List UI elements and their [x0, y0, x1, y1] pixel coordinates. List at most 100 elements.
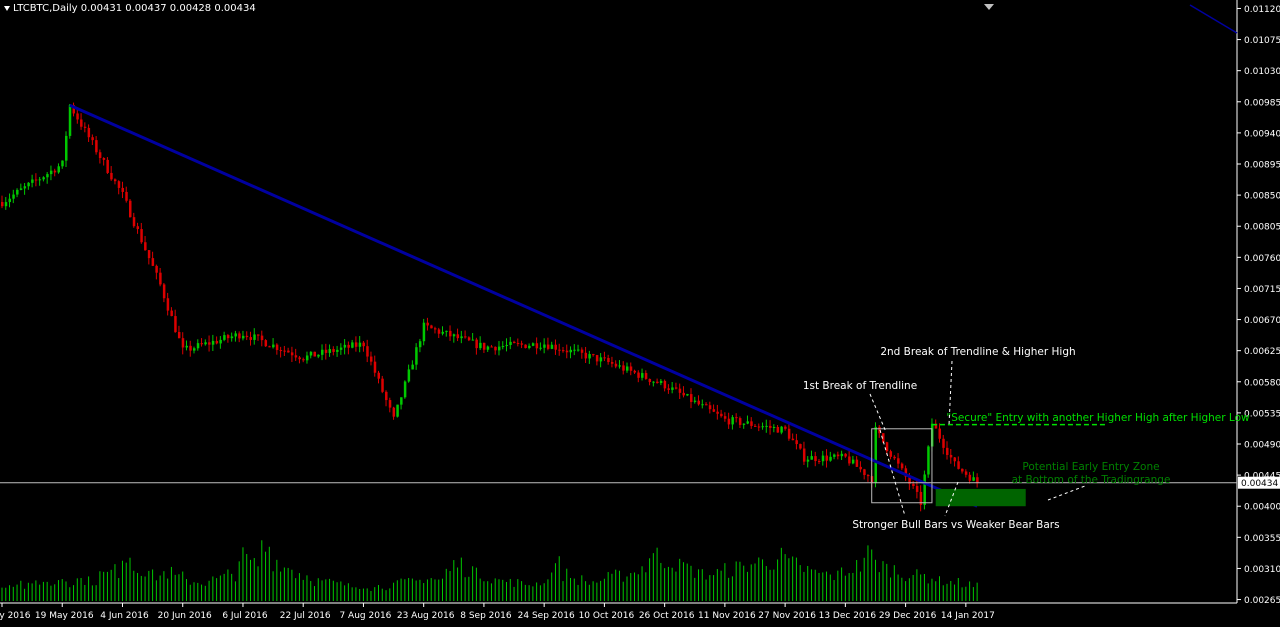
bull-candle — [305, 355, 309, 361]
bear-candle — [900, 463, 904, 469]
bull-candle — [61, 160, 64, 167]
bull-candle — [460, 336, 463, 339]
bear-candle — [889, 451, 893, 457]
bear-candle — [633, 370, 637, 373]
bull-candle — [27, 182, 30, 187]
bear-candle — [524, 344, 527, 348]
bear-candle — [98, 152, 102, 159]
bear-candle — [795, 440, 798, 445]
bull-candle — [452, 334, 456, 337]
bear-candle — [712, 409, 716, 412]
bear-candle — [437, 329, 441, 334]
bull-candle — [4, 202, 8, 207]
price-chart[interactable]: 0.01120 0.01075 0.01030 0.00985 0.00940 0.008… — [0, 0, 1280, 627]
bear-candle — [369, 356, 373, 362]
bear-candle — [946, 447, 949, 455]
bear-candle — [799, 444, 802, 449]
bull-candle — [321, 349, 324, 355]
bear-candle — [595, 355, 599, 362]
bull-candle — [8, 198, 12, 203]
bull-candle — [230, 336, 234, 339]
bear-candle — [482, 342, 486, 350]
bear-candle — [373, 361, 377, 373]
bear-candle — [592, 354, 595, 356]
bull-candle — [407, 369, 411, 382]
bear-candle — [464, 336, 467, 338]
bear-candle — [433, 328, 437, 330]
bear-candle — [603, 357, 606, 359]
bull-candle — [539, 347, 542, 349]
bear-candle — [769, 425, 772, 428]
current-price-label: 0.00434 — [1241, 479, 1278, 489]
bear-candle — [245, 335, 249, 338]
bear-candle — [705, 404, 708, 406]
bear-candle — [776, 426, 780, 433]
bull-candle — [927, 446, 930, 475]
bear-candle — [144, 242, 147, 251]
bear-candle — [663, 380, 667, 389]
bull-candle — [328, 349, 332, 353]
bear-candle — [897, 458, 900, 464]
bear-candle — [791, 438, 795, 441]
x-tick-label: 20 Jun 2016 — [158, 611, 212, 621]
bear-candle — [682, 392, 685, 396]
bear-candle — [140, 229, 143, 243]
bear-candle — [814, 456, 817, 462]
bear-candle — [159, 272, 162, 285]
bear-candle — [494, 346, 497, 351]
early-entry-zone — [935, 488, 1026, 507]
bull-candle — [569, 349, 573, 353]
x-tick-label: 7 Aug 2016 — [339, 611, 391, 621]
bear-candle — [912, 483, 915, 487]
bear-candle — [354, 342, 358, 347]
bull-candle — [68, 105, 72, 136]
y-tick-label: 0.00850 — [1244, 192, 1280, 202]
bear-candle — [136, 226, 140, 230]
annotation-2nd-break: 2nd Break of Trendline & Higher High — [880, 346, 1075, 358]
bear-candle — [283, 350, 286, 352]
x-tick-label: 23 Aug 2016 — [397, 611, 455, 621]
bull-candle — [19, 188, 23, 190]
y-tick-label: 0.00670 — [1244, 316, 1280, 326]
bear-candle — [1, 202, 4, 207]
annotation-1st-break: 1st Break of Trendline — [803, 380, 917, 392]
bear-candle — [535, 343, 539, 349]
bull-candle — [396, 404, 399, 417]
bear-candle — [279, 350, 283, 352]
bear-candle — [738, 418, 742, 425]
bull-candle — [731, 417, 734, 425]
bull-candle — [471, 339, 475, 341]
y-tick-label: 0.00490 — [1244, 440, 1280, 450]
bull-candle — [780, 426, 783, 433]
bear-candle — [754, 425, 757, 427]
bull-candle — [671, 387, 674, 390]
bear-candle — [855, 459, 859, 467]
bull-candle — [588, 354, 591, 359]
bear-candle — [189, 345, 192, 351]
bear-candle — [290, 352, 294, 356]
bull-candle — [577, 349, 580, 351]
bull-candle — [742, 423, 746, 425]
annotation-early-entry: Potential Early Entry Zone — [1022, 461, 1159, 473]
bear-candle — [362, 342, 365, 347]
bear-candle — [275, 344, 279, 351]
bear-candle — [332, 349, 335, 352]
bear-candle — [558, 349, 561, 351]
bear-candle — [426, 322, 429, 326]
y-tick-label: 0.00715 — [1244, 285, 1280, 295]
bear-candle — [697, 400, 701, 405]
bear-candle — [113, 179, 117, 182]
bull-candle — [415, 347, 418, 365]
bear-candle — [174, 316, 177, 333]
bull-candle — [193, 348, 196, 351]
bear-candle — [727, 418, 731, 425]
bull-candle — [46, 174, 49, 178]
bear-candle — [129, 200, 132, 218]
bear-candle — [629, 366, 633, 371]
y-tick-label: 0.00985 — [1244, 98, 1280, 108]
bull-candle — [317, 354, 320, 357]
bear-candle — [863, 469, 866, 476]
x-tick-label: 14 Jan 2017 — [941, 611, 995, 621]
bull-candle — [641, 373, 644, 378]
bear-candle — [53, 170, 57, 173]
